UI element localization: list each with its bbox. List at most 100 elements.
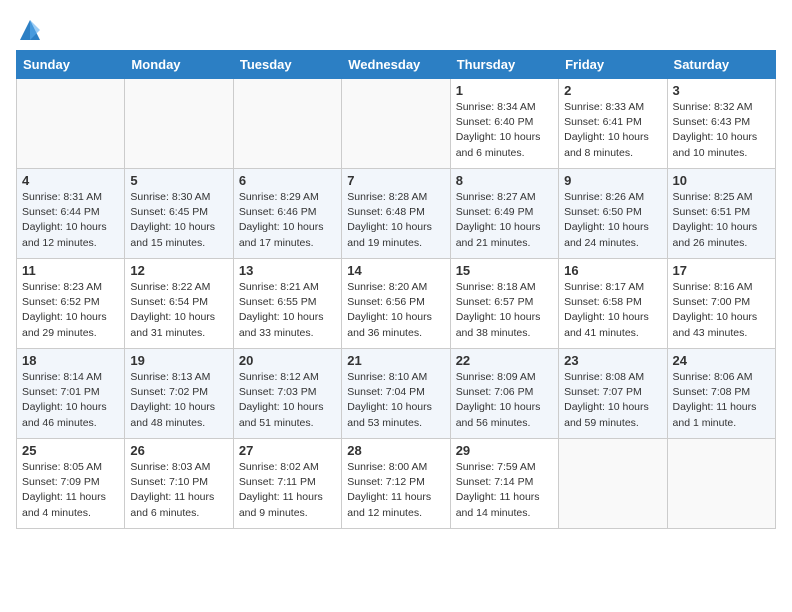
- header-tuesday: Tuesday: [233, 51, 341, 79]
- day-number: 8: [456, 173, 553, 188]
- calendar-cell: 28 Sunrise: 8:00 AM Sunset: 7:12 PM Dayli…: [342, 439, 450, 529]
- calendar-cell: 2 Sunrise: 8:33 AM Sunset: 6:41 PM Daylig…: [559, 79, 667, 169]
- day-info: Sunrise: 7:59 AM Sunset: 7:14 PM Dayligh…: [456, 460, 553, 521]
- page-header: [16, 16, 776, 44]
- day-number: 27: [239, 443, 336, 458]
- day-info: Sunrise: 8:17 AM Sunset: 6:58 PM Dayligh…: [564, 280, 661, 341]
- day-info: Sunrise: 8:10 AM Sunset: 7:04 PM Dayligh…: [347, 370, 444, 431]
- day-number: 28: [347, 443, 444, 458]
- calendar-cell: 25 Sunrise: 8:05 AM Sunset: 7:09 PM Dayli…: [17, 439, 125, 529]
- day-number: 21: [347, 353, 444, 368]
- day-number: 22: [456, 353, 553, 368]
- day-info: Sunrise: 8:13 AM Sunset: 7:02 PM Dayligh…: [130, 370, 227, 431]
- day-info: Sunrise: 8:08 AM Sunset: 7:07 PM Dayligh…: [564, 370, 661, 431]
- calendar-cell: 26Sunrise: 8:03 AM Sunset: 7:10 PM Dayli…: [125, 439, 233, 529]
- day-number: 19: [130, 353, 227, 368]
- calendar-cell: 23 Sunrise: 8:08 AM Sunset: 7:07 PM Dayli…: [559, 349, 667, 439]
- header-thursday: Thursday: [450, 51, 558, 79]
- day-number: 25: [22, 443, 119, 458]
- calendar-cell: [342, 79, 450, 169]
- day-number: 1: [456, 83, 553, 98]
- day-info: Sunrise: 8:34 AM Sunset: 6:40 PM Dayligh…: [456, 100, 553, 161]
- calendar-cell: 6Sunrise: 8:29 AM Sunset: 6:46 PM Daylig…: [233, 169, 341, 259]
- logo-icon: [16, 16, 44, 44]
- day-number: 16: [564, 263, 661, 278]
- day-info: Sunrise: 8:33 AM Sunset: 6:41 PM Dayligh…: [564, 100, 661, 161]
- day-number: 11: [22, 263, 119, 278]
- header-friday: Friday: [559, 51, 667, 79]
- day-number: 15: [456, 263, 553, 278]
- day-info: Sunrise: 8:21 AM Sunset: 6:55 PM Dayligh…: [239, 280, 336, 341]
- day-number: 24: [673, 353, 770, 368]
- logo: [16, 16, 48, 44]
- day-info: Sunrise: 8:18 AM Sunset: 6:57 PM Dayligh…: [456, 280, 553, 341]
- day-number: 3: [673, 83, 770, 98]
- calendar-cell: 15 Sunrise: 8:18 AM Sunset: 6:57 PM Dayli…: [450, 259, 558, 349]
- header-saturday: Saturday: [667, 51, 775, 79]
- day-info: Sunrise: 8:29 AM Sunset: 6:46 PM Dayligh…: [239, 190, 336, 251]
- calendar-cell: 29 Sunrise: 7:59 AM Sunset: 7:14 PM Dayli…: [450, 439, 558, 529]
- calendar-table: SundayMondayTuesdayWednesdayThursdayFrid…: [16, 50, 776, 529]
- calendar-cell: [233, 79, 341, 169]
- day-info: Sunrise: 8:28 AM Sunset: 6:48 PM Dayligh…: [347, 190, 444, 251]
- day-number: 13: [239, 263, 336, 278]
- day-info: Sunrise: 8:25 AM Sunset: 6:51 PM Dayligh…: [673, 190, 770, 251]
- day-info: Sunrise: 8:02 AM Sunset: 7:11 PM Dayligh…: [239, 460, 336, 521]
- header-monday: Monday: [125, 51, 233, 79]
- calendar-cell: 18 Sunrise: 8:14 AM Sunset: 7:01 PM Dayli…: [17, 349, 125, 439]
- day-number: 12: [130, 263, 227, 278]
- day-info: Sunrise: 8:23 AM Sunset: 6:52 PM Dayligh…: [22, 280, 119, 341]
- day-number: 29: [456, 443, 553, 458]
- day-number: 7: [347, 173, 444, 188]
- calendar-week-1: 4 Sunrise: 8:31 AM Sunset: 6:44 PM Daylig…: [17, 169, 776, 259]
- day-info: Sunrise: 8:00 AM Sunset: 7:12 PM Dayligh…: [347, 460, 444, 521]
- day-number: 20: [239, 353, 336, 368]
- day-number: 18: [22, 353, 119, 368]
- calendar-week-4: 25 Sunrise: 8:05 AM Sunset: 7:09 PM Dayli…: [17, 439, 776, 529]
- calendar-cell: [17, 79, 125, 169]
- day-info: Sunrise: 8:26 AM Sunset: 6:50 PM Dayligh…: [564, 190, 661, 251]
- calendar-cell: 1 Sunrise: 8:34 AM Sunset: 6:40 PM Daylig…: [450, 79, 558, 169]
- day-number: 10: [673, 173, 770, 188]
- day-info: Sunrise: 8:16 AM Sunset: 7:00 PM Dayligh…: [673, 280, 770, 341]
- day-info: Sunrise: 8:03 AM Sunset: 7:10 PM Dayligh…: [130, 460, 227, 521]
- calendar-cell: 20 Sunrise: 8:12 AM Sunset: 7:03 PM Dayli…: [233, 349, 341, 439]
- header-sunday: Sunday: [17, 51, 125, 79]
- day-info: Sunrise: 8:32 AM Sunset: 6:43 PM Dayligh…: [673, 100, 770, 161]
- day-info: Sunrise: 8:06 AM Sunset: 7:08 PM Dayligh…: [673, 370, 770, 431]
- calendar-cell: 7 Sunrise: 8:28 AM Sunset: 6:48 PM Daylig…: [342, 169, 450, 259]
- calendar-cell: 16 Sunrise: 8:17 AM Sunset: 6:58 PM Dayli…: [559, 259, 667, 349]
- day-info: Sunrise: 8:09 AM Sunset: 7:06 PM Dayligh…: [456, 370, 553, 431]
- day-info: Sunrise: 8:14 AM Sunset: 7:01 PM Dayligh…: [22, 370, 119, 431]
- calendar-cell: 21 Sunrise: 8:10 AM Sunset: 7:04 PM Dayli…: [342, 349, 450, 439]
- day-number: 2: [564, 83, 661, 98]
- calendar-header-row: SundayMondayTuesdayWednesdayThursdayFrid…: [17, 51, 776, 79]
- day-info: Sunrise: 8:27 AM Sunset: 6:49 PM Dayligh…: [456, 190, 553, 251]
- calendar-week-3: 18 Sunrise: 8:14 AM Sunset: 7:01 PM Dayli…: [17, 349, 776, 439]
- header-wednesday: Wednesday: [342, 51, 450, 79]
- calendar-cell: [125, 79, 233, 169]
- day-info: Sunrise: 8:22 AM Sunset: 6:54 PM Dayligh…: [130, 280, 227, 341]
- day-number: 14: [347, 263, 444, 278]
- calendar-week-0: 1 Sunrise: 8:34 AM Sunset: 6:40 PM Daylig…: [17, 79, 776, 169]
- day-number: 17: [673, 263, 770, 278]
- day-info: Sunrise: 8:31 AM Sunset: 6:44 PM Dayligh…: [22, 190, 119, 251]
- day-info: Sunrise: 8:30 AM Sunset: 6:45 PM Dayligh…: [130, 190, 227, 251]
- calendar-cell: 8 Sunrise: 8:27 AM Sunset: 6:49 PM Daylig…: [450, 169, 558, 259]
- calendar-cell: 24 Sunrise: 8:06 AM Sunset: 7:08 PM Dayli…: [667, 349, 775, 439]
- calendar-cell: 5 Sunrise: 8:30 AM Sunset: 6:45 PM Daylig…: [125, 169, 233, 259]
- calendar-cell: 4 Sunrise: 8:31 AM Sunset: 6:44 PM Daylig…: [17, 169, 125, 259]
- day-info: Sunrise: 8:20 AM Sunset: 6:56 PM Dayligh…: [347, 280, 444, 341]
- calendar-cell: [667, 439, 775, 529]
- day-info: Sunrise: 8:05 AM Sunset: 7:09 PM Dayligh…: [22, 460, 119, 521]
- day-number: 23: [564, 353, 661, 368]
- day-info: Sunrise: 8:12 AM Sunset: 7:03 PM Dayligh…: [239, 370, 336, 431]
- calendar-cell: 13 Sunrise: 8:21 AM Sunset: 6:55 PM Dayli…: [233, 259, 341, 349]
- calendar-cell: 3 Sunrise: 8:32 AM Sunset: 6:43 PM Daylig…: [667, 79, 775, 169]
- day-number: 5: [130, 173, 227, 188]
- calendar-cell: 11 Sunrise: 8:23 AM Sunset: 6:52 PM Dayli…: [17, 259, 125, 349]
- calendar-cell: [559, 439, 667, 529]
- day-number: 4: [22, 173, 119, 188]
- calendar-week-2: 11 Sunrise: 8:23 AM Sunset: 6:52 PM Dayli…: [17, 259, 776, 349]
- calendar-cell: 10 Sunrise: 8:25 AM Sunset: 6:51 PM Dayli…: [667, 169, 775, 259]
